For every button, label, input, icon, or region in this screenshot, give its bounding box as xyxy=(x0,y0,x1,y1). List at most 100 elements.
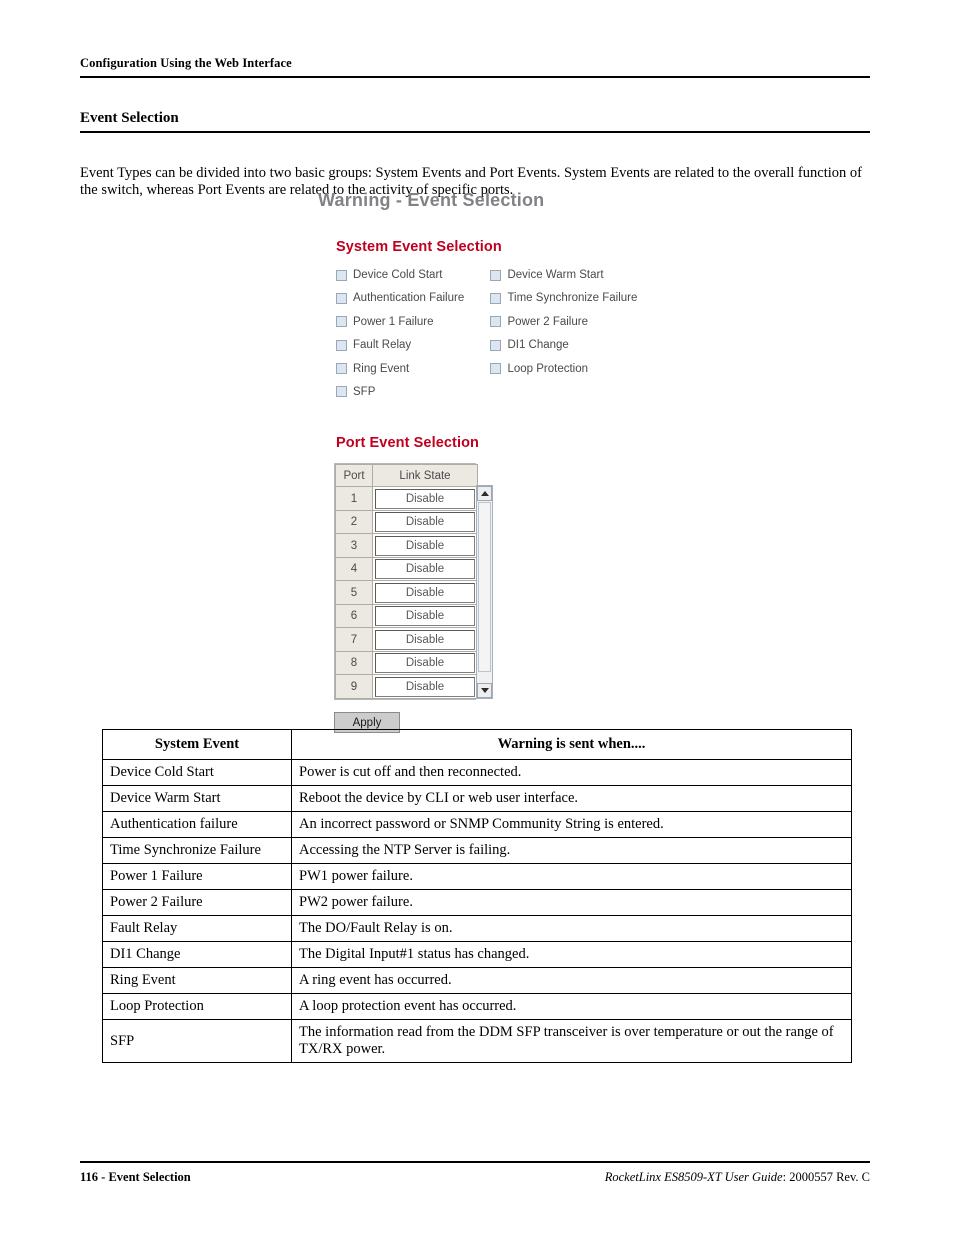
system-event-description-table: System Event Warning is sent when.... De… xyxy=(102,729,852,1063)
link-state-select[interactable]: Disable xyxy=(375,512,475,533)
scroll-down-icon[interactable] xyxy=(477,682,492,698)
checkbox-row: SFP xyxy=(336,386,738,409)
event-condition: The DO/Fault Relay is on. xyxy=(291,915,852,942)
checkbox-row: Ring Event Loop Protection xyxy=(336,363,738,386)
port-number: 5 xyxy=(335,580,373,605)
checkbox-di1-change[interactable]: DI1 Change xyxy=(490,339,569,351)
event-name: Fault Relay xyxy=(102,915,292,942)
checkbox-label: SFP xyxy=(353,385,376,398)
table-header-row: Port Link State xyxy=(335,464,478,488)
port-event-table: Port Link State 1 Disable 2 Disable 3 Di… xyxy=(335,464,478,699)
link-state-select[interactable]: Disable xyxy=(375,629,475,650)
checkbox-icon[interactable] xyxy=(336,316,347,328)
checkbox-label: Time Synchronize Failure xyxy=(507,292,638,305)
event-name: Time Synchronize Failure xyxy=(102,837,292,864)
link-state-select[interactable]: Disable xyxy=(375,676,475,697)
running-head: Configuration Using the Web Interface xyxy=(80,56,292,70)
event-name: Device Warm Start xyxy=(102,785,292,812)
table-row: 4 Disable xyxy=(335,556,478,582)
table-row: Ring Event A ring event has occurred. xyxy=(102,967,852,994)
checkbox-icon[interactable] xyxy=(336,292,347,304)
link-state-cell: Disable xyxy=(372,486,478,511)
port-number: 8 xyxy=(335,650,373,676)
link-state-select[interactable]: Disable xyxy=(375,606,475,627)
web-ui-title: Warning - Event Selection xyxy=(318,190,545,210)
checkbox-loop-protection[interactable]: Loop Protection xyxy=(490,363,588,375)
checkbox-authentication-failure[interactable]: Authentication Failure xyxy=(336,292,486,304)
port-number: 3 xyxy=(335,533,373,558)
table-row: Device Warm Start Reboot the device by C… xyxy=(102,785,852,812)
footer-guide-revision: : 2000557 Rev. C xyxy=(782,1170,870,1184)
checkbox-time-synchronize-failure[interactable]: Time Synchronize Failure xyxy=(490,292,637,304)
table-row: Loop Protection A loop protection event … xyxy=(102,993,852,1020)
page-title: Event Selection xyxy=(80,110,179,126)
scrollbar-thumb[interactable] xyxy=(478,502,491,673)
checkbox-row: Fault Relay DI1 Change xyxy=(336,339,738,362)
section-rule xyxy=(80,131,870,133)
table-header-row: System Event Warning is sent when.... xyxy=(102,729,852,760)
port-event-table-wrapper: Port Link State 1 Disable 2 Disable 3 Di… xyxy=(334,463,493,700)
link-state-select[interactable]: Disable xyxy=(375,488,475,509)
checkbox-device-cold-start[interactable]: Device Cold Start xyxy=(336,269,486,281)
checkbox-sfp[interactable]: SFP xyxy=(336,386,486,398)
port-number: 2 xyxy=(335,509,373,535)
event-condition: The information read from the DDM SFP tr… xyxy=(291,1019,852,1063)
table-row: Device Cold Start Power is cut off and t… xyxy=(102,759,852,786)
table-row: Power 1 Failure PW1 power failure. xyxy=(102,863,852,890)
link-state-select[interactable]: Disable xyxy=(375,559,475,580)
column-header-link-state: Link State xyxy=(372,464,478,488)
footer-page-label: 116 - Event Selection xyxy=(80,1170,191,1184)
checkbox-icon[interactable] xyxy=(490,269,502,281)
table-row: 8 Disable xyxy=(335,650,478,676)
link-state-select[interactable]: Disable xyxy=(375,582,475,603)
table-row: SFP The information read from the DDM SF… xyxy=(102,1019,852,1063)
link-state-select[interactable]: Disable xyxy=(375,653,475,674)
port-number: 1 xyxy=(335,486,373,511)
port-number: 7 xyxy=(335,627,373,652)
event-condition: Power is cut off and then reconnected. xyxy=(291,759,852,786)
port-table-scrollbar[interactable] xyxy=(476,485,493,699)
table-row: 3 Disable xyxy=(335,533,478,558)
checkbox-icon[interactable] xyxy=(336,339,347,351)
checkbox-icon[interactable] xyxy=(490,339,502,351)
checkbox-icon[interactable] xyxy=(336,363,347,375)
checkbox-row: Device Cold Start Device Warm Start xyxy=(336,269,738,292)
checkbox-icon[interactable] xyxy=(490,292,502,304)
event-condition: PW1 power failure. xyxy=(291,863,852,890)
link-state-select[interactable]: Disable xyxy=(375,535,475,556)
scroll-up-icon[interactable] xyxy=(477,486,492,502)
event-condition: Reboot the device by CLI or web user int… xyxy=(291,785,852,812)
table-row: Fault Relay The DO/Fault Relay is on. xyxy=(102,915,852,942)
checkbox-power-1-failure[interactable]: Power 1 Failure xyxy=(336,316,486,328)
port-number: 6 xyxy=(335,603,373,629)
event-name: Device Cold Start xyxy=(102,759,292,786)
event-condition: PW2 power failure. xyxy=(291,889,852,916)
checkbox-icon[interactable] xyxy=(490,363,502,375)
checkbox-ring-event[interactable]: Ring Event xyxy=(336,363,486,375)
link-state-cell: Disable xyxy=(372,674,478,699)
checkbox-label: Authentication Failure xyxy=(353,292,465,305)
event-name: Power 2 Failure xyxy=(102,889,292,916)
link-state-cell: Disable xyxy=(372,603,478,629)
footer-rule xyxy=(80,1161,870,1163)
checkbox-power-2-failure[interactable]: Power 2 Failure xyxy=(490,316,588,328)
table-row: Authentication failure An incorrect pass… xyxy=(102,811,852,838)
event-name: Ring Event xyxy=(102,967,292,994)
checkbox-label: Fault Relay xyxy=(353,339,412,352)
table-row: Time Synchronize Failure Accessing the N… xyxy=(102,837,852,864)
port-number: 4 xyxy=(335,556,373,582)
checkbox-icon[interactable] xyxy=(490,316,502,328)
event-condition: A loop protection event has occurred. xyxy=(291,993,852,1020)
checkbox-row: Authentication Failure Time Synchronize … xyxy=(336,292,738,315)
checkbox-icon[interactable] xyxy=(336,269,347,281)
column-header-system-event: System Event xyxy=(102,729,292,760)
table-row: Power 2 Failure PW2 power failure. xyxy=(102,889,852,916)
checkbox-fault-relay[interactable]: Fault Relay xyxy=(336,339,486,351)
event-condition: The Digital Input#1 status has changed. xyxy=(291,941,852,968)
event-name: Authentication failure xyxy=(102,811,292,838)
checkbox-label: Power 2 Failure xyxy=(507,315,588,328)
checkbox-label: Loop Protection xyxy=(507,362,589,375)
checkbox-label: Device Cold Start xyxy=(353,269,443,281)
checkbox-icon[interactable] xyxy=(336,386,347,398)
checkbox-device-warm-start[interactable]: Device Warm Start xyxy=(490,269,604,281)
